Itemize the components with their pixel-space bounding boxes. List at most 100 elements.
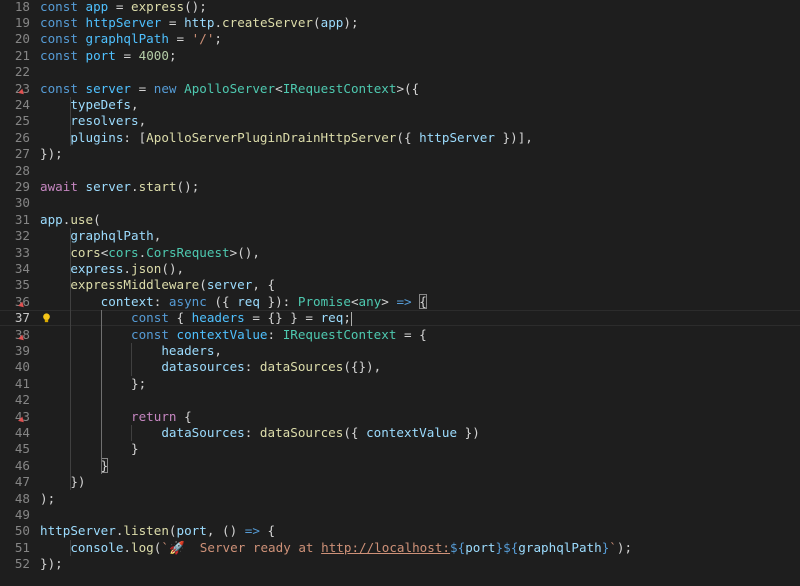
code-token: < — [350, 293, 359, 309]
line-number: 35 — [14, 277, 30, 293]
code-line[interactable]: 35 expressMiddleware(server, { — [0, 277, 800, 293]
code-line[interactable]: 41 }; — [0, 376, 800, 392]
code-token: . — [123, 539, 132, 555]
line-number: 28 — [14, 162, 30, 178]
code-token: const — [40, 14, 78, 30]
line-number: 25 — [14, 113, 30, 129]
code-line[interactable]: 19 const httpServer = http.createServer(a… — [0, 15, 800, 31]
code-line[interactable]: 24 typeDefs, — [0, 97, 800, 113]
code-token: > — [381, 293, 397, 309]
code-line[interactable]: 51 console.log(`🚀 Server ready at http:/… — [0, 540, 800, 556]
code-token: >(), — [229, 244, 260, 260]
line-number: 19 — [14, 14, 30, 30]
line-number: 40 — [14, 359, 30, 375]
code-token: . — [131, 178, 139, 194]
indent-guide — [100, 310, 102, 475]
code-text: }); — [40, 146, 63, 162]
code-token: { — [176, 408, 192, 424]
code-token: cors — [108, 244, 139, 260]
code-token: }): — [259, 293, 298, 309]
code-line[interactable]: 46 } — [0, 457, 800, 474]
code-line[interactable]: 39 headers, — [0, 343, 800, 359]
code-line[interactable]: 33 cors<cors.CorsRequest>(), — [0, 245, 800, 261]
code-token: graphqlPath — [518, 539, 602, 555]
code-token: createServer — [222, 14, 314, 30]
code-line[interactable]: 22 — [0, 64, 800, 80]
line-number: 50 — [14, 523, 30, 539]
code-line[interactable]: 48); — [0, 491, 800, 507]
code-line[interactable]: 49 — [0, 507, 800, 523]
code-token: await — [40, 178, 78, 194]
code-line[interactable]: 32 graphqlPath, — [0, 228, 800, 244]
code-token: app — [85, 0, 109, 14]
code-token: ({ — [206, 293, 238, 309]
code-editor[interactable]: 18 const app = express(); 19 const httpServ… — [0, 0, 800, 586]
code-line[interactable]: 45 } — [0, 441, 800, 457]
code-token: : — [153, 293, 169, 309]
code-token: ( — [168, 523, 177, 539]
code-text: console.log(`🚀 Server ready at http://lo… — [40, 540, 632, 556]
code-token: Promise — [297, 293, 351, 309]
line-number: 51 — [14, 539, 30, 555]
code-token: dataSources — [259, 424, 344, 440]
code-line[interactable]: 30 — [0, 195, 800, 211]
code-token: return — [131, 408, 177, 424]
code-line[interactable]: 47 }) — [0, 474, 800, 490]
line-number: 32 — [14, 228, 30, 244]
code-line[interactable]: 21 const port = 4000; — [0, 48, 800, 64]
code-token: port — [465, 539, 496, 555]
code-token: ${ — [450, 539, 466, 555]
line-number: 49 — [14, 506, 30, 522]
line-number: 52 — [14, 556, 30, 572]
code-token: IRequestContext — [282, 326, 397, 342]
line-number: 48 — [14, 490, 30, 506]
code-token: use — [70, 211, 94, 227]
code-line[interactable]: 37 const { headers = {} } = req; — [0, 310, 800, 327]
code-line[interactable]: 29 await server.start(); — [0, 179, 800, 195]
code-token: express — [70, 260, 124, 276]
code-line[interactable]: 40 datasources: dataSources({}), — [0, 359, 800, 375]
code-token: : — [244, 359, 260, 375]
code-line[interactable]: 50 httpServer.listen(port, () => { — [0, 523, 800, 539]
line-number: 39 — [14, 342, 30, 358]
code-line[interactable]: 26 plugins: [ApolloServerPluginDrainHttp… — [0, 130, 800, 146]
code-token: express — [131, 0, 185, 14]
code-token: json — [131, 260, 162, 276]
code-line[interactable]: 18 const app = express(); — [0, 0, 800, 15]
code-line[interactable]: 28 — [0, 163, 800, 179]
code-line[interactable]: 52}); — [0, 556, 800, 572]
code-token: const — [40, 31, 78, 47]
code-line[interactable]: 27}); — [0, 146, 800, 162]
code-line[interactable]: 42 — [0, 392, 800, 408]
code-token: ( — [313, 14, 321, 30]
code-token: = {} } = — [244, 310, 321, 326]
code-text: const app = express(); — [40, 0, 207, 15]
code-line[interactable]: 25 resolvers, — [0, 113, 800, 129]
code-token: contextValue — [366, 424, 458, 440]
code-text: }); — [40, 556, 63, 572]
code-line[interactable]: 23 const server = new ApolloServer<IReque… — [0, 81, 800, 97]
code-line[interactable]: 31 app.use( — [0, 212, 800, 228]
code-line[interactable]: 43 return { — [0, 409, 800, 425]
code-text: const httpServer = http.createServer(app… — [40, 15, 359, 31]
code-token: }; — [40, 375, 147, 391]
code-token: (), — [161, 260, 185, 276]
code-token: < — [275, 80, 283, 96]
code-line[interactable]: 20 const graphqlPath = '/'; — [0, 31, 800, 47]
code-line[interactable]: 36 context: async ({ req }): Promise<any… — [0, 293, 800, 310]
code-token: } — [40, 441, 139, 457]
code-token: = { — [396, 326, 427, 342]
code-token: httpServer — [419, 129, 495, 145]
code-token: , — [153, 228, 162, 244]
code-token: : — [267, 326, 283, 342]
code-token: app — [40, 211, 63, 227]
code-line[interactable]: 44 dataSources: dataSources({ contextVal… — [0, 425, 800, 441]
code-line[interactable]: 38 const contextValue: IRequestContext =… — [0, 327, 800, 343]
code-text: cors<cors.CorsRequest>(), — [40, 245, 260, 261]
code-line[interactable]: 34 express.json(), — [0, 261, 800, 277]
